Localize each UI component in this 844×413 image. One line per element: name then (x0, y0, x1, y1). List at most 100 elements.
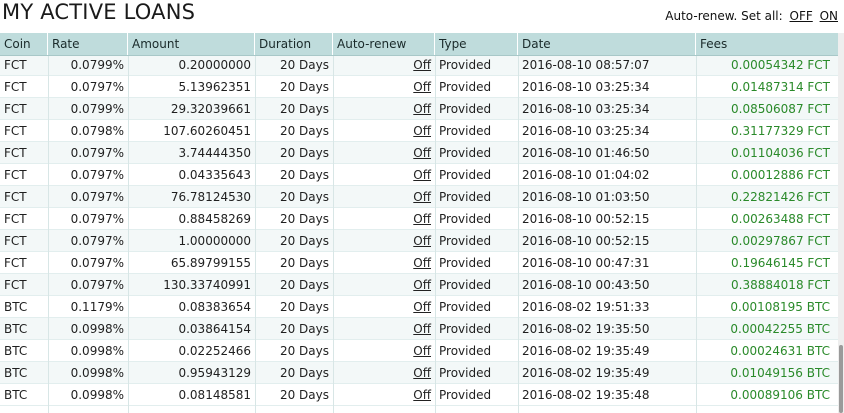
cell-rate: 0.0797% (70, 80, 124, 94)
cell-rate: 0.0998% (70, 388, 124, 402)
cell-duration: 20 Days (279, 168, 329, 182)
column-header-rate[interactable]: Rate (48, 33, 128, 55)
auto-renew-toggle-link[interactable]: Off (413, 168, 431, 182)
cell-amount: 1.00000000 (178, 234, 251, 248)
table-row: FCT 0.0797% 5.13962351 20 Days Off Provided 20… (0, 76, 838, 98)
cell-coin: FCT (4, 168, 27, 182)
cell-amount: 65.89799155 (170, 256, 251, 270)
auto-renew-toggle-link[interactable]: Off (413, 190, 431, 204)
column-divider (696, 33, 697, 413)
cell-amount: 0.08383654 (178, 300, 251, 314)
cell-type: Provided (439, 388, 492, 402)
cell-coin: FCT (4, 58, 27, 72)
cell-duration: 20 Days (279, 58, 329, 72)
cell-coin: FCT (4, 256, 27, 270)
cell-rate: 0.0797% (70, 234, 124, 248)
cell-auto-renew: Off (333, 340, 435, 362)
cell-duration: 20 Days (279, 102, 329, 116)
cell-coin: BTC (4, 344, 28, 358)
cell-fees: 0.38884018 FCT (731, 278, 830, 292)
cell-amount: 0.08148581 (178, 388, 251, 402)
cell-auto-renew: Off (333, 230, 435, 252)
cell-rate: 0.0998% (70, 366, 124, 380)
cell-type: Provided (439, 58, 492, 72)
cell-duration: 20 Days (279, 278, 329, 292)
column-header-date[interactable]: Date (518, 33, 696, 55)
cell-fees: 0.22821426 FCT (731, 190, 830, 204)
cell-type: Provided (439, 300, 492, 314)
cell-coin: FCT (4, 146, 27, 160)
cell-type: Provided (439, 102, 492, 116)
cell-amount: 107.60260451 (163, 124, 251, 138)
column-header-coin[interactable]: Coin (0, 33, 48, 55)
auto-renew-toggle-link[interactable]: Off (413, 322, 431, 336)
auto-renew-toggle-link[interactable]: Off (413, 234, 431, 248)
cell-amount: 76.78124530 (170, 190, 251, 204)
cell-fees: 0.00108195 BTC (730, 300, 830, 314)
auto-renew-toggle-link[interactable]: Off (413, 58, 431, 72)
auto-renew-toggle-link[interactable]: Off (413, 212, 431, 226)
cell-date: 2016-08-02 19:35:48 (522, 388, 650, 402)
cell-amount: 0.04335643 (178, 168, 251, 182)
cell-duration: 20 Days (279, 322, 329, 336)
auto-renew-toggle-link[interactable]: Off (413, 344, 431, 358)
auto-renew-toggle-link[interactable]: Off (413, 366, 431, 380)
column-divider (518, 33, 519, 413)
cell-fees: 0.00012886 FCT (731, 168, 830, 182)
cell-type: Provided (439, 168, 492, 182)
cell-type: Provided (439, 234, 492, 248)
auto-renew-toggle-link[interactable]: Off (413, 102, 431, 116)
cell-duration: 20 Days (279, 190, 329, 204)
cell-date: 2016-08-10 01:46:50 (522, 146, 650, 160)
cell-auto-renew: Off (333, 274, 435, 296)
table-row: FCT 0.0797% 3.74444350 20 Days Off Provided 20… (0, 142, 838, 164)
cell-auto-renew: Off (333, 120, 435, 142)
set-all-off-link[interactable]: OFF (790, 9, 813, 23)
table-row: FCT 0.0797% 65.89799155 20 Days Off Provided 2… (0, 252, 838, 274)
auto-renew-toggle-link[interactable]: Off (413, 80, 431, 94)
cell-date: 2016-08-10 01:03:50 (522, 190, 650, 204)
cell-amount: 3.74444350 (178, 146, 251, 160)
cell-rate: 0.0797% (70, 256, 124, 270)
column-header-duration[interactable]: Duration (255, 33, 333, 55)
cell-rate: 0.0799% (70, 102, 124, 116)
cell-rate: 0.0797% (70, 190, 124, 204)
cell-duration: 20 Days (279, 344, 329, 358)
cell-duration: 20 Days (279, 388, 329, 402)
cell-coin: BTC (4, 322, 28, 336)
cell-amount: 0.02252466 (178, 344, 251, 358)
cell-auto-renew: Off (333, 384, 435, 406)
cell-fees: 0.01104036 FCT (731, 146, 830, 160)
table-row: FCT 0.0797% 0.88458269 20 Days Off Provided 20… (0, 208, 838, 230)
auto-renew-toggle-link[interactable]: Off (413, 146, 431, 160)
table-row: BTC 0.0998% 0.08148581 20 Days Off Provided 20… (0, 384, 838, 406)
cell-duration: 20 Days (279, 300, 329, 314)
column-header-auto-renew[interactable]: Auto-renew (333, 33, 435, 55)
cell-duration: 20 Days (279, 212, 329, 226)
scrollbar-thumb[interactable] (839, 345, 843, 413)
auto-renew-toggle-link[interactable]: Off (413, 300, 431, 314)
column-header-amount[interactable]: Amount (128, 33, 255, 55)
cell-fees: 0.00024631 BTC (730, 344, 830, 358)
cell-type: Provided (439, 124, 492, 138)
cell-rate: 0.0797% (70, 278, 124, 292)
column-header-type[interactable]: Type (435, 33, 518, 55)
cell-date: 2016-08-02 19:35:49 (522, 366, 650, 380)
cell-amount: 0.95943129 (178, 366, 251, 380)
cell-auto-renew: Off (333, 54, 435, 76)
auto-renew-toggle-link[interactable]: Off (413, 124, 431, 138)
cell-coin: BTC (4, 388, 28, 402)
column-divider (255, 33, 256, 413)
column-header-fees[interactable]: Fees (696, 33, 838, 55)
auto-renew-toggle-link[interactable]: Off (413, 388, 431, 402)
vertical-scrollbar[interactable] (838, 33, 844, 413)
table-row: FCT 0.0798% 107.60260451 20 Days Off Provided… (0, 120, 838, 142)
auto-renew-toggle-link[interactable]: Off (413, 256, 431, 270)
cell-amount: 29.32039661 (170, 102, 251, 116)
set-all-on-link[interactable]: ON (820, 9, 838, 23)
cell-fees: 0.01049156 BTC (730, 366, 830, 380)
table-row: FCT 0.0797% 0.04335643 20 Days Off Provided 20… (0, 164, 838, 186)
cell-amount: 130.33740991 (163, 278, 251, 292)
cell-date: 2016-08-10 00:43:50 (522, 278, 650, 292)
auto-renew-toggle-link[interactable]: Off (413, 278, 431, 292)
